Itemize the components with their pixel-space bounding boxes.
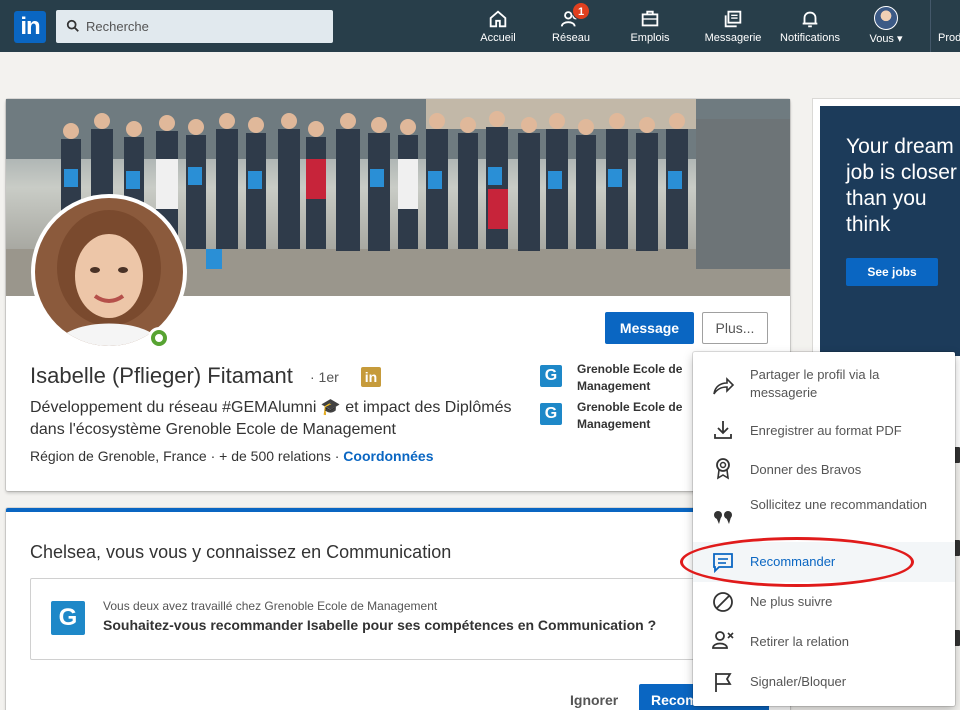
profile-location: Région de Grenoble, France — [30, 448, 207, 464]
separator: · — [210, 448, 220, 464]
menu-item-save-pdf[interactable]: Enregistrer au format PDF — [693, 412, 955, 452]
nav-notifications-label: Notifications — [780, 32, 840, 44]
search-input[interactable] — [86, 10, 326, 43]
nav-divider — [930, 0, 931, 52]
recommendation-question: Souhaitez-vous recommander Isabelle pour… — [103, 617, 657, 633]
menu-item-label: Ne plus suivre — [750, 594, 833, 609]
award-icon — [716, 458, 730, 480]
recommendation-prompt-box: Vous deux avez travaillé chez Grenoble E… — [30, 578, 730, 660]
comment-icon — [713, 553, 733, 574]
nav-messaging-label: Messagerie — [704, 32, 762, 44]
recommendation-card: Chelsea, vous vous y connaissez en Commu… — [6, 508, 790, 710]
job-ad-banner[interactable]: Your dream job is closer than you think … — [820, 106, 960, 356]
nav-products-label: Prod — [938, 32, 960, 44]
menu-item-label: Partager le profil via la messagerie — [750, 367, 880, 400]
menu-item-report-block[interactable]: Signaler/Bloquer — [693, 662, 955, 702]
menu-item-label: Retirer la relation — [750, 634, 849, 649]
nav-notifications[interactable]: Notifications — [772, 0, 848, 52]
unfollow-icon — [713, 592, 733, 612]
nav-messaging[interactable]: Messagerie — [700, 0, 766, 52]
more-actions-dropdown: Partager le profil via la messagerie Enr… — [693, 352, 955, 706]
network-notification-badge: 1 — [572, 2, 590, 20]
school-logo-icon — [540, 365, 562, 387]
menu-item-share-profile[interactable]: Partager le profil via la messagerie — [693, 358, 955, 412]
school-logo-icon — [51, 601, 85, 635]
menu-item-label: Recommander — [750, 554, 836, 569]
briefcase-icon — [641, 10, 659, 27]
nav-network[interactable]: 1 Réseau — [542, 0, 600, 52]
nav-products[interactable]: Prod — [938, 0, 960, 52]
profile-photo[interactable] — [31, 194, 187, 350]
remove-connection-icon — [712, 631, 734, 649]
recommendation-title: Chelsea, vous vous y connaissez en Commu… — [30, 542, 452, 562]
linkedin-logo[interactable]: in — [14, 11, 46, 43]
menu-item-label: Sollicitez une recommandation — [750, 497, 928, 512]
more-button[interactable]: Plus... — [702, 312, 768, 344]
menu-item-recommend[interactable]: Recommander — [693, 542, 955, 582]
menu-item-request-recommendation[interactable]: Sollicitez une recommandation — [693, 488, 955, 540]
school-name: Grenoble Ecole de Management — [577, 362, 683, 393]
nav-me[interactable]: Vous ▾ — [858, 0, 914, 52]
connections-count[interactable]: + de 500 relations — [219, 448, 331, 464]
recommendation-context: Vous deux avez travaillé chez Grenoble E… — [103, 599, 438, 613]
bell-icon — [802, 11, 818, 28]
nav-jobs[interactable]: Emplois — [622, 0, 678, 52]
premium-badge-icon: in — [361, 367, 381, 387]
profile-card: Message Plus... Isabelle (Pflieger) Fita… — [6, 99, 790, 491]
nav-home[interactable]: Accueil — [470, 0, 526, 52]
school-name: Grenoble Ecole de Management — [577, 400, 683, 431]
top-navigation-bar: in Accueil 1 Réseau Emplois Messagerie N… — [0, 0, 960, 52]
messaging-icon — [724, 10, 742, 28]
nav-network-label: Réseau — [552, 32, 590, 44]
contact-info-link[interactable]: Coordonnées — [343, 448, 433, 464]
user-avatar — [874, 6, 898, 30]
menu-item-kudos[interactable]: Donner des Bravos — [693, 452, 955, 488]
menu-item-remove-connection[interactable]: Retirer la relation — [693, 622, 955, 662]
nav-home-label: Accueil — [480, 32, 516, 44]
menu-item-label: Donner des Bravos — [750, 462, 862, 477]
profile-name: Isabelle (Pflieger) Fitamant — [30, 363, 293, 388]
school-logo-icon — [540, 403, 562, 425]
online-status-indicator — [148, 327, 170, 349]
share-icon — [713, 377, 735, 395]
search-icon — [66, 19, 79, 32]
message-button[interactable]: Message — [605, 312, 694, 344]
ignore-button[interactable]: Ignorer — [570, 692, 618, 708]
download-icon — [714, 421, 732, 439]
profile-headline: Développement du réseau #GEMAlumni 🎓 et … — [30, 399, 512, 438]
separator: · — [334, 448, 344, 464]
profile-portrait — [35, 198, 183, 346]
quote-icon — [714, 511, 732, 524]
nav-jobs-label: Emplois — [630, 32, 670, 44]
flag-icon — [715, 673, 732, 692]
nav-me-label: Vous ▾ — [869, 33, 903, 45]
connection-degree: · 1er — [310, 369, 339, 385]
see-jobs-button[interactable]: See jobs — [846, 258, 938, 286]
search-box[interactable] — [56, 10, 333, 43]
ad-headline: Your dream job is closer than you think — [846, 135, 957, 236]
menu-item-label: Enregistrer au format PDF — [750, 423, 902, 438]
menu-item-label: Signaler/Bloquer — [750, 674, 847, 689]
home-icon — [489, 10, 507, 28]
profile-location-line: Région de Grenoble, France · + de 500 re… — [30, 448, 434, 464]
menu-item-unfollow[interactable]: Ne plus suivre — [693, 582, 955, 622]
